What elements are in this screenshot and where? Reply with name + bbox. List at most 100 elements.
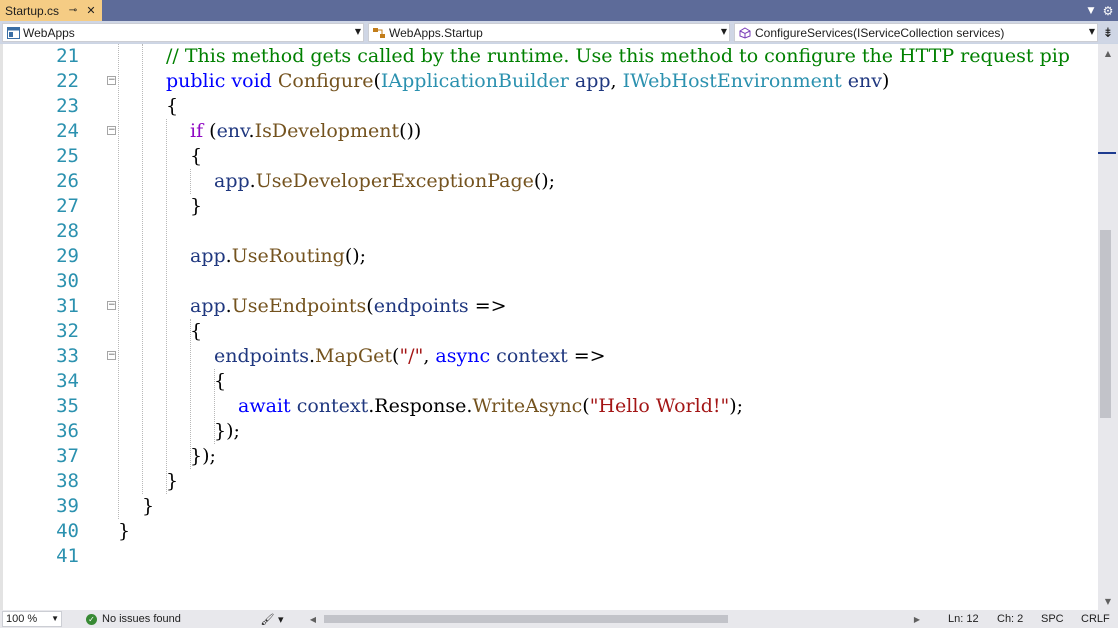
code-token: WriteAsync — [472, 395, 583, 417]
code-token: (); — [533, 170, 556, 192]
project-dropdown[interactable]: WebApps ▼ — [2, 23, 364, 42]
code-token: app — [190, 245, 226, 267]
code-line[interactable]: 28 — [0, 219, 1098, 244]
close-icon[interactable]: ✕ — [84, 3, 98, 17]
code-line[interactable]: 38} — [0, 469, 1098, 494]
member-name: ConfigureServices(IServiceCollection ser… — [755, 25, 1005, 40]
code-line[interactable]: 33 − endpoints.MapGet("/", async context =… — [0, 344, 1098, 369]
settings-icon[interactable]: ⚙ — [1100, 3, 1116, 19]
scroll-up-icon[interactable]: ▲ — [1098, 44, 1118, 62]
chevron-down-icon: ▼ — [720, 27, 727, 36]
code-line[interactable]: 26 app.UseDeveloperExceptionPage(); — [0, 169, 1098, 194]
code-token: { — [190, 320, 203, 342]
code-line[interactable]: 21 // This method gets called by the runt… — [0, 44, 1098, 69]
line-number: 25 — [56, 145, 79, 167]
code-line[interactable]: 40} — [0, 519, 1098, 544]
code-text: } — [118, 519, 130, 544]
code-text: { — [190, 144, 202, 169]
type-dropdown[interactable]: WebApps.Startup ▼ — [368, 23, 730, 42]
line-number: 32 — [56, 320, 79, 342]
member-dropdown[interactable]: ConfigureServices(IServiceCollection ser… — [734, 23, 1098, 42]
code-token: "/" — [399, 345, 424, 367]
issues-indicator[interactable]: ✓ No issues found — [86, 610, 181, 628]
code-text: } — [190, 194, 202, 219]
code-token: ( — [366, 295, 374, 317]
line-number: 39 — [56, 495, 79, 517]
indent-guide — [190, 319, 191, 469]
code-text: await context.Response.WriteAsync("Hello… — [238, 394, 743, 419]
code-line[interactable]: 41 — [0, 544, 1098, 569]
scroll-down-icon[interactable]: ▼ — [1098, 592, 1118, 610]
horizontal-scroll-thumb[interactable] — [324, 615, 728, 623]
code-line[interactable]: 31 − app.UseEndpoints(endpoints => — [0, 294, 1098, 319]
code-token: .Response. — [368, 395, 473, 417]
collapse-icon[interactable]: − — [107, 126, 116, 135]
project-icon — [6, 26, 20, 40]
code-line[interactable]: 29 app.UseRouting(); — [0, 244, 1098, 269]
line-number: 21 — [56, 45, 79, 67]
scroll-left-icon[interactable]: ◀ — [306, 611, 320, 627]
code-line[interactable]: 39} — [0, 494, 1098, 519]
code-line[interactable]: 37}); — [0, 444, 1098, 469]
code-line[interactable]: 35 await context.Response.WriteAsync("Hel… — [0, 394, 1098, 419]
code-token: (); — [344, 245, 367, 267]
zoom-dropdown[interactable]: 100 % ▼ — [2, 611, 62, 627]
line-number: 38 — [56, 470, 79, 492]
code-line[interactable]: 27} — [0, 194, 1098, 219]
code-text: }); — [214, 419, 240, 444]
zoom-level: 100 % — [6, 613, 38, 625]
tab-startup-cs[interactable]: Startup.cs ⊸ ✕ — [0, 0, 102, 21]
column-indicator[interactable]: Ch: 2 — [997, 610, 1023, 628]
code-token: }); — [214, 420, 240, 442]
project-name: WebApps — [23, 25, 75, 40]
code-line[interactable]: 30 — [0, 269, 1098, 294]
editor-status-bar: 100 % ▼ ✓ No issues found 🖌 ▾ ◀ ▶ Ln: 12… — [0, 610, 1118, 628]
code-line[interactable]: 36}); — [0, 419, 1098, 444]
check-icon: ✓ — [86, 613, 97, 625]
code-token: void — [231, 70, 272, 92]
pin-icon[interactable]: ⊸ — [66, 3, 80, 17]
collapse-icon[interactable]: − — [107, 301, 116, 310]
collapse-icon[interactable]: − — [107, 351, 116, 360]
code-token: public — [166, 70, 226, 92]
line-number: 37 — [56, 445, 79, 467]
code-line[interactable]: 24− if (env.IsDevelopment()) — [0, 119, 1098, 144]
code-token: , — [423, 345, 436, 367]
code-line[interactable]: 32 { — [0, 319, 1098, 344]
code-text: }); — [190, 444, 216, 469]
code-cleanup-icon[interactable]: 🖌 ▾ — [258, 611, 286, 627]
code-token: endpoints — [373, 295, 469, 317]
code-text: app.UseRouting(); — [190, 244, 366, 269]
code-text: } — [166, 469, 178, 494]
code-line[interactable]: 34 { — [0, 369, 1098, 394]
tab-dropdown-icon[interactable]: ▼ — [1083, 3, 1099, 19]
collapse-icon[interactable]: − — [107, 76, 116, 85]
line-number: 41 — [56, 545, 79, 567]
code-token: app — [190, 295, 226, 317]
method-icon — [738, 26, 752, 40]
vertical-scroll-thumb[interactable] — [1100, 230, 1111, 418]
code-token: ( — [373, 70, 381, 92]
line-indicator[interactable]: Ln: 12 — [948, 610, 979, 628]
code-token: await — [238, 395, 291, 417]
code-token: , — [610, 70, 623, 92]
code-token: env — [847, 70, 882, 92]
code-token: IWebHostEnvironment — [622, 70, 842, 92]
code-line[interactable]: 23 { — [0, 94, 1098, 119]
code-line[interactable]: 22 − public void Configure(IApplicationBui… — [0, 69, 1098, 94]
code-token: ) — [881, 70, 890, 92]
code-line[interactable]: 25 { — [0, 144, 1098, 169]
indent-guide — [166, 119, 167, 494]
split-editor-icon[interactable]: ⇟ — [1100, 24, 1116, 42]
line-ending-indicator[interactable]: CRLF — [1081, 610, 1110, 628]
code-editor[interactable]: 21 // This method gets called by the runt… — [0, 44, 1098, 610]
code-token: } — [166, 470, 179, 492]
scroll-right-icon[interactable]: ▶ — [910, 611, 924, 627]
navigation-bar: WebApps ▼ WebApps.Startup ▼ ConfigureSer… — [0, 21, 1118, 44]
line-number: 33 — [56, 345, 79, 367]
code-token: => — [567, 345, 606, 367]
code-token: Configure — [277, 70, 374, 92]
code-text: app.UseEndpoints(endpoints => — [190, 294, 507, 319]
whitespace-indicator[interactable]: SPC — [1041, 610, 1064, 628]
code-token: ( — [203, 120, 217, 142]
